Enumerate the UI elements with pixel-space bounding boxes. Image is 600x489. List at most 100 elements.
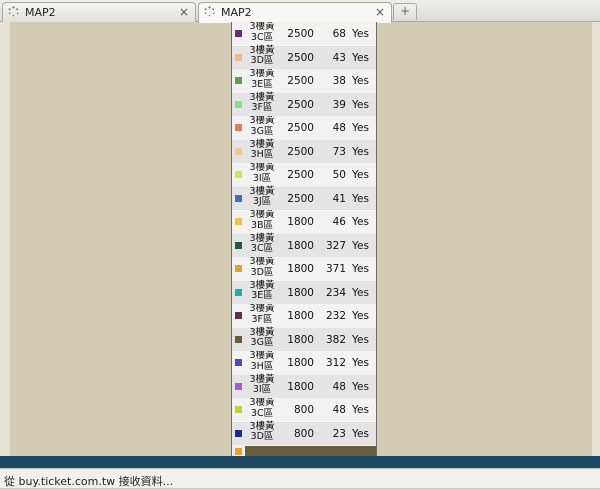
remaining-count-cell: 371: [325, 263, 346, 275]
color-swatch: [235, 124, 242, 131]
price-cell: 2500: [287, 98, 314, 111]
area-name-line2: 3H區: [250, 149, 274, 160]
area-name-line2: 3G區: [250, 337, 274, 348]
table-row[interactable]: 3樓黃 3D區 2500 43 Yes: [232, 45, 376, 69]
table-row[interactable]: 3樓黃 3G區 2500 48 Yes: [232, 115, 376, 140]
table-row[interactable]: 3樓黃 3E區 1800 234 Yes: [232, 280, 376, 304]
table-row[interactable]: 3樓黃 3C區 2500 68 Yes: [232, 22, 376, 46]
table-row[interactable]: 3樓黃 3F區 2500 39 Yes: [232, 91, 376, 116]
color-swatch: [235, 100, 242, 108]
area-name-line1: 3樓黃: [249, 373, 275, 385]
color-swatch: [235, 194, 242, 202]
table-row[interactable]: 3樓黃 3J區 2500 41 Yes: [232, 186, 376, 210]
tab-map2-inactive[interactable]: MAP2 ×: [2, 2, 196, 22]
area-name: 3樓黃 3J區: [247, 186, 277, 208]
area-name-line1: 3樓黃: [249, 22, 275, 32]
area-name: 3樓黃 3G區: [247, 115, 277, 137]
table-row[interactable]: 3樓黃 3E區 2500 38 Yes: [232, 68, 376, 93]
area-name-line1: 3樓黃: [249, 350, 275, 361]
area-name-line1: 3樓黃: [249, 232, 275, 244]
area-name: 3樓黃 3E區: [247, 68, 277, 90]
color-swatch: [235, 448, 242, 455]
color-swatch: [235, 382, 242, 390]
status-bar: 從 buy.ticket.com.tw 接收資料...: [0, 468, 600, 488]
area-name-line1: 3樓黃: [249, 91, 275, 103]
price-cell: 2500: [287, 75, 314, 87]
price-cell: 1800: [287, 357, 314, 369]
area-name: 3樓黃 3C區: [247, 397, 277, 419]
table-row[interactable]: 3樓黃 3H區 1800 312 Yes: [232, 350, 376, 375]
area-name-line1: 3樓黃: [249, 115, 275, 126]
area-name-line1: 3樓黃: [249, 420, 275, 432]
availability-cell: Yes: [352, 404, 369, 416]
remaining-count-cell: 232: [325, 310, 346, 322]
remaining-count-cell: 50: [332, 169, 346, 181]
area-name: 3樓黃 3H區: [247, 139, 277, 161]
page-bottom-bar: [0, 456, 600, 468]
area-name: 3樓黃 3I區: [247, 373, 277, 396]
area-name: 3樓黃 3D區: [247, 45, 277, 67]
availability-cell: Yes: [352, 98, 369, 111]
remaining-count-cell: 327: [325, 239, 346, 252]
loading-spinner-icon: [8, 6, 19, 17]
availability-cell: Yes: [352, 51, 369, 64]
table-row[interactable]: 3樓黃 3D區 1800 371 Yes: [232, 256, 376, 281]
tab-title: MAP2: [221, 6, 252, 19]
area-name-line2: 3G區: [250, 125, 274, 137]
table-row[interactable]: 3樓黃 3D區 800 23 Yes: [232, 420, 376, 445]
color-swatch: [235, 312, 242, 319]
table-row[interactable]: 3樓黃 3C區 800 48 Yes: [232, 397, 376, 422]
area-name: 3樓黃 3E區: [247, 280, 277, 302]
area-name: 3樓黃 3C區: [247, 22, 277, 43]
availability-cell: Yes: [352, 145, 369, 158]
table-row[interactable]: 3樓黃 3G區 1800 382 Yes: [232, 327, 376, 351]
table-row[interactable]: 3樓黃 3C區 1800 327 Yes: [232, 232, 376, 257]
area-name: 3樓黃 3G區: [247, 327, 277, 349]
color-swatch: [235, 77, 242, 84]
area-name-line2: 3C區: [250, 243, 274, 254]
tab-close-icon[interactable]: ×: [375, 5, 385, 19]
remaining-count-cell: 382: [325, 333, 346, 346]
tab-map2-active[interactable]: MAP2 ×: [198, 2, 392, 23]
area-name-line2: 3E區: [251, 78, 273, 90]
price-cell: 2500: [287, 51, 314, 64]
color-swatch: [235, 429, 242, 437]
color-swatch: [235, 406, 242, 413]
table-row[interactable]: 3樓黃 3I區 2500 50 Yes: [232, 162, 376, 187]
area-name: 3樓黃 3F區: [247, 303, 277, 325]
tab-title: MAP2: [25, 6, 56, 19]
color-swatch: [235, 171, 242, 178]
price-cell: 1800: [287, 239, 314, 252]
remaining-count-cell: 43: [332, 51, 346, 64]
color-swatch: [235, 218, 242, 225]
area-name-line2: 3I區: [252, 384, 272, 395]
area-name-line1: 3樓黃: [249, 256, 275, 267]
area-name: 3樓黃 3F區: [247, 91, 277, 114]
area-name-line2: 3C區: [250, 407, 274, 419]
area-name: 3樓黃 3C區: [247, 232, 277, 255]
new-tab-button[interactable]: +: [393, 3, 417, 20]
left-margin: [0, 22, 10, 456]
area-name: 3樓黃 3D區: [247, 420, 277, 443]
price-cell: 1800: [287, 216, 314, 228]
tab-close-icon[interactable]: ×: [179, 5, 189, 19]
table-row[interactable]: 3樓黃 3B區 1800 46 Yes: [232, 209, 376, 234]
price-cell: 1800: [287, 333, 314, 346]
table-row[interactable]: 3樓黃 3H區 2500 73 Yes: [232, 139, 376, 163]
area-name-line2: 3D區: [250, 55, 274, 66]
price-cell: 2500: [287, 122, 314, 134]
table-row[interactable]: 3樓黃 3F區 1800 232 Yes: [232, 303, 376, 328]
availability-cell: Yes: [352, 263, 369, 275]
area-name-line2: 3F區: [251, 102, 273, 113]
availability-cell: Yes: [352, 380, 369, 393]
color-swatch: [235, 30, 242, 37]
right-margin: [592, 22, 600, 456]
table-row[interactable]: 3樓黃 3I區 1800 48 Yes: [232, 373, 376, 398]
loading-spinner-icon: [204, 6, 215, 17]
availability-cell: Yes: [352, 357, 369, 369]
remaining-count-cell: 23: [332, 427, 346, 440]
availability-cell: Yes: [352, 192, 369, 205]
price-cell: 1800: [287, 310, 314, 322]
seat-area-list: 3樓黃 3D區 800 23 Yes 3樓黃 3C區 800 48 Yes 3樓黃 3I區 1800 48…: [231, 22, 377, 456]
area-name: 3樓黃 3H區: [247, 350, 277, 372]
